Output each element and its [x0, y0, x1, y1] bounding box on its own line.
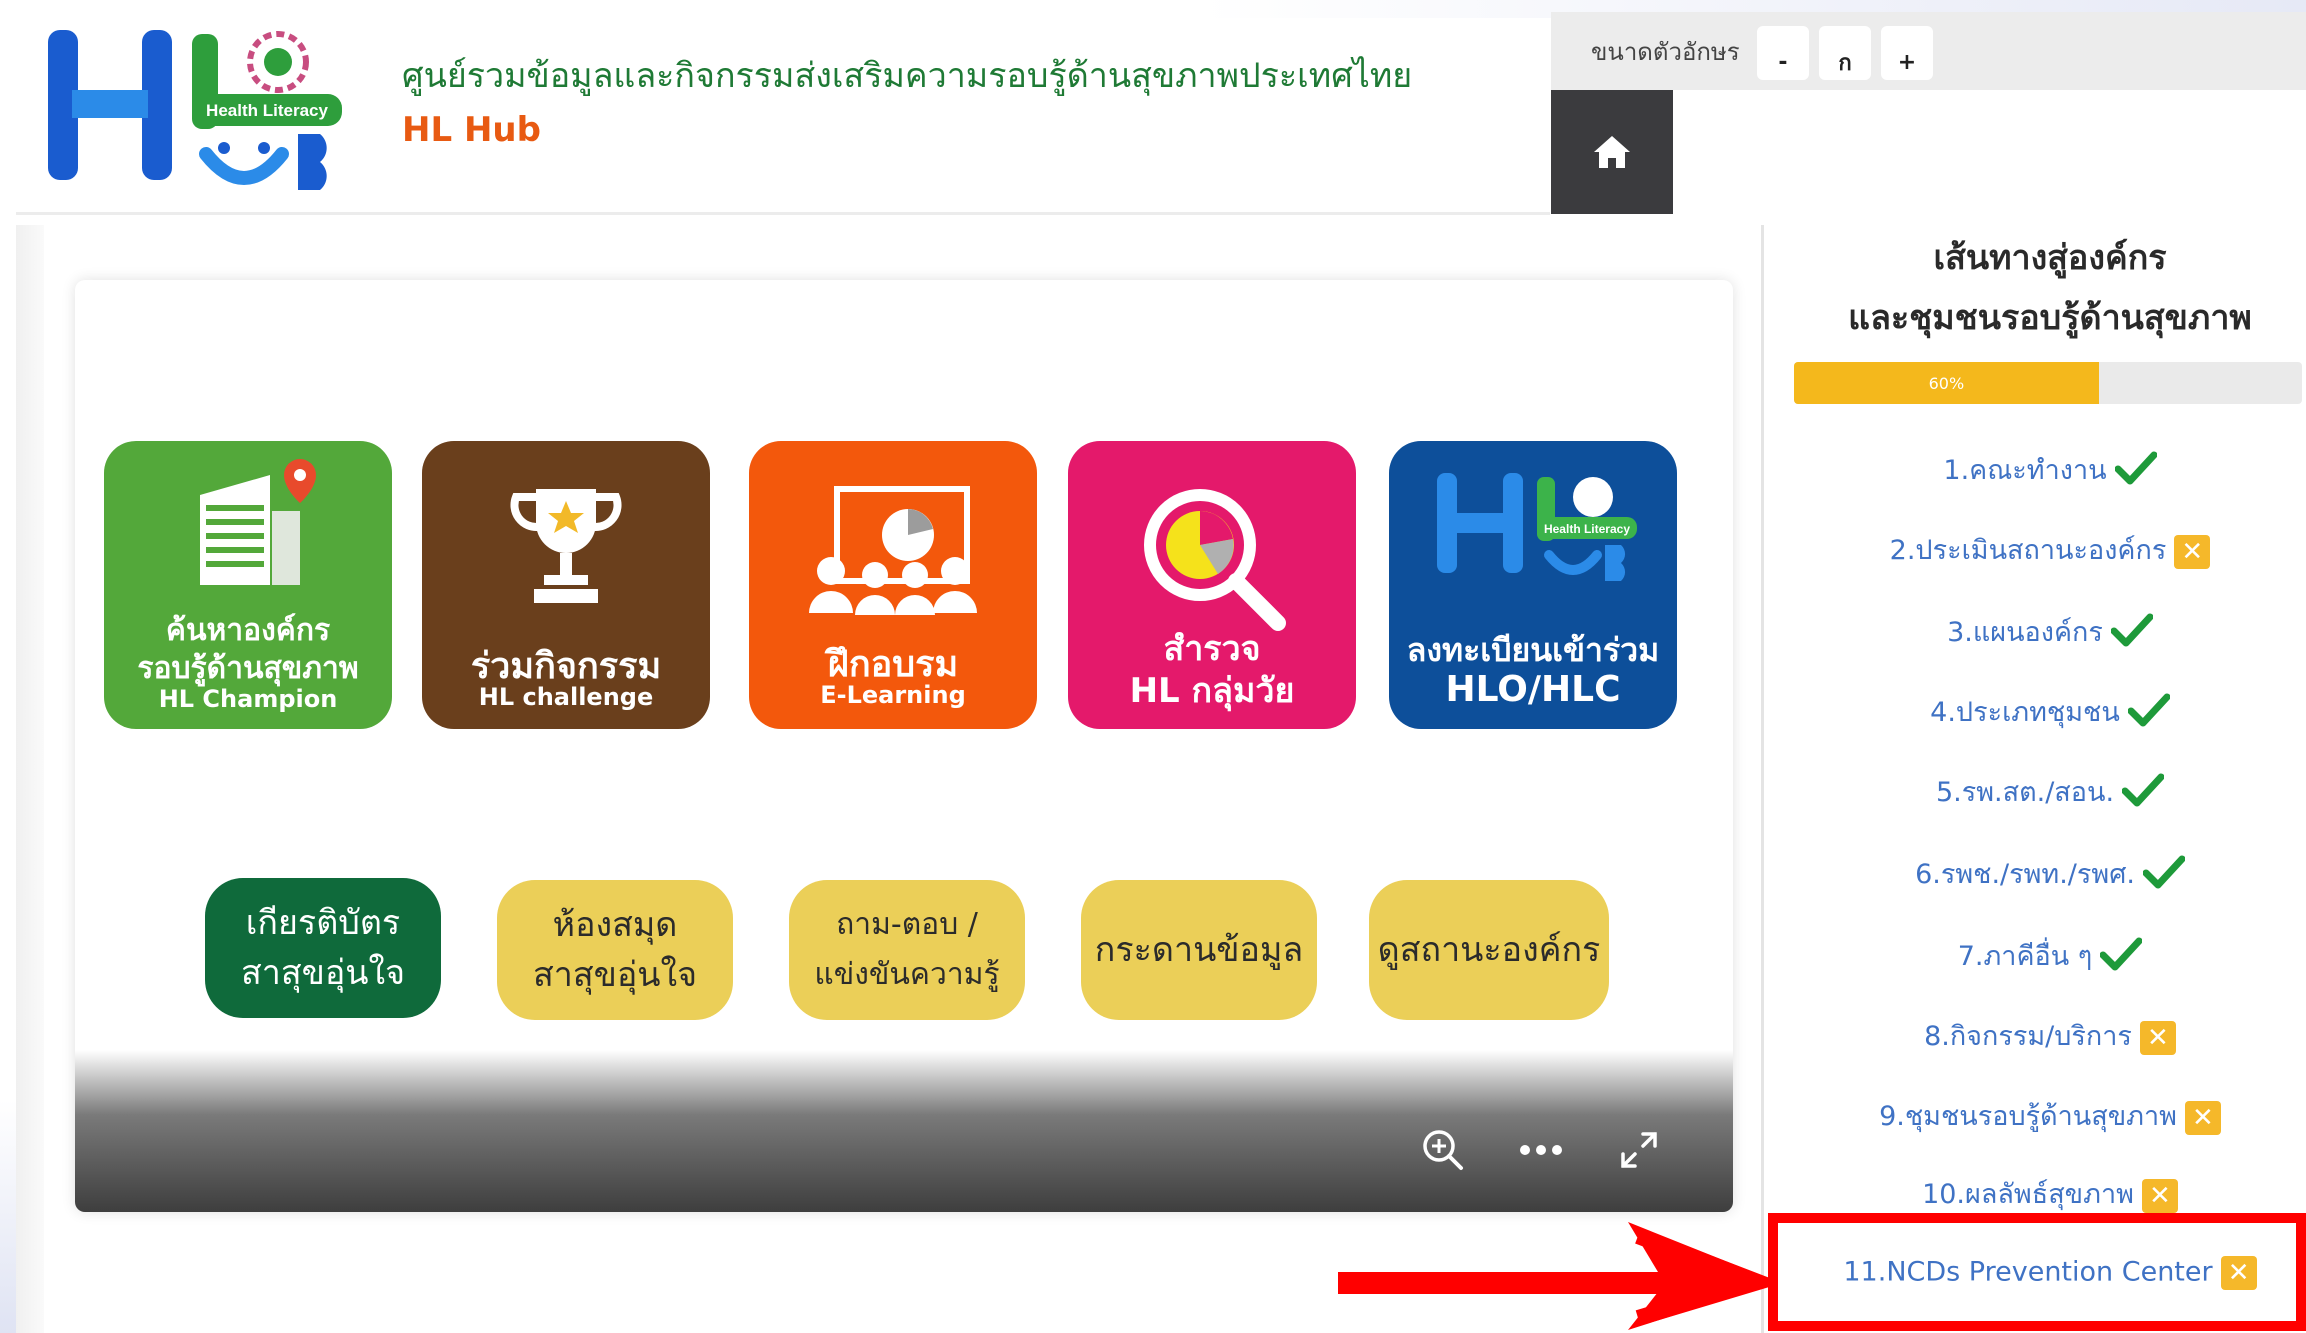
left-edge — [16, 225, 44, 1333]
pill-org-status[interactable]: ดูสถานะองค์กร — [1369, 880, 1609, 1020]
check-icon — [2099, 937, 2143, 978]
tile-line2: E-Learning — [820, 681, 966, 709]
hl-hub-logo[interactable]: Health Literacy — [42, 24, 362, 194]
check-icon — [2121, 773, 2165, 814]
step-label: 5.รพ.สต./สอน. — [1935, 777, 2115, 808]
font-decrease-button[interactable]: - — [1757, 26, 1809, 80]
step-label: 6.รพช./รพท./รพศ. — [1915, 859, 2135, 890]
search-chart-icon — [1144, 489, 1286, 631]
zoom-in-icon — [1423, 1130, 1463, 1170]
pill-line2: สาสุขอุ่นใจ — [532, 955, 698, 995]
step-label: 8.กิจกรรม/บริการ — [1924, 1021, 2132, 1052]
pill-line1: ถาม-ตอบ / — [836, 907, 978, 942]
site-header: Health Literacy ศูนย์รวมข้อมูลและกิจกรรม… — [16, 0, 1550, 215]
step-label: 1.คณะทำงาน — [1943, 455, 2107, 486]
trophy-icon — [510, 489, 622, 603]
progress-fill: 60% — [1794, 362, 2099, 404]
progress-bar: 60% — [1794, 362, 2302, 404]
more-button[interactable] — [1511, 1120, 1571, 1180]
pill-line1: ห้องสมุด — [552, 905, 678, 945]
step-5[interactable]: 5.รพ.สต./สอน. — [1780, 770, 2306, 814]
highlight-box — [1768, 1213, 2306, 1331]
font-size-bar: ขนาดตัวอักษร - ก + — [1551, 12, 2306, 90]
step-1[interactable]: 1.คณะทำงาน — [1780, 448, 2306, 492]
tile-line2: HLO/HLC — [1445, 669, 1621, 710]
font-size-label: ขนาดตัวอักษร — [1591, 38, 1740, 66]
pill-qa-quiz[interactable]: ถาม-ตอบ / แข่งขันความรู้ — [789, 880, 1025, 1020]
pending-x-icon: ✕ — [2139, 1020, 2176, 1055]
check-icon — [2110, 613, 2154, 654]
tile-line2: HL กลุ่มวัย — [1129, 671, 1295, 711]
tile-hl-challenge[interactable]: ร่วมกิจกรรม HL challenge — [422, 441, 710, 729]
tile-line2: HL challenge — [478, 683, 654, 711]
home-icon — [1594, 136, 1630, 168]
step-4[interactable]: 4.ประเภทชุมชน — [1780, 690, 2306, 734]
step-label: 2.ประเมินสถานะองค์กร — [1889, 535, 2167, 566]
step-label: 3.แผนองค์กร — [1947, 617, 2103, 648]
logo-text: Health Literacy — [206, 101, 328, 120]
site-subtitle: HL Hub — [402, 110, 541, 150]
pending-x-icon: ✕ — [2174, 534, 2211, 569]
fullscreen-button[interactable] — [1609, 1120, 1669, 1180]
fullscreen-icon — [1621, 1132, 1657, 1168]
hl-hub-logo-icon: Health Literacy — [1437, 473, 1637, 581]
pending-x-icon: ✕ — [2141, 1178, 2178, 1213]
pill-library[interactable]: ห้องสมุดสาสุขอุ่นใจ — [497, 880, 733, 1020]
font-normal-button[interactable]: ก — [1819, 26, 1871, 80]
pill-certificate[interactable]: เกียรติบัตรสาสุขอุ่นใจ — [205, 878, 441, 1018]
step-9[interactable]: 9.ชุมชนรอบรู้ด้านสุขภาพ ✕ — [1780, 1094, 2306, 1137]
step-10[interactable]: 10.ผลลัพธ์สุขภาพ ✕ — [1780, 1172, 2306, 1215]
sidebar-title: เส้นทางสู่องค์กร และชุมชนรอบรู้ด้านสุขภา… — [1780, 228, 2306, 348]
pill-line1: เกียรติบัตร — [245, 903, 401, 943]
step-label: 9.ชุมชนรอบรู้ด้านสุขภาพ — [1879, 1101, 2177, 1132]
step-8[interactable]: 8.กิจกรรม/บริการ ✕ — [1780, 1014, 2306, 1057]
pill-line2: แข่งขันความรู้ — [814, 957, 1000, 992]
logo-text: Health Literacy — [1544, 522, 1630, 536]
pill-line1: ดูสถานะองค์กร — [1377, 930, 1601, 970]
main-panel: ค้นหาองค์กร รอบรู้ด้านสุขภาพ HL Champion… — [75, 280, 1733, 1212]
step-label: 10.ผลลัพธ์สุขภาพ — [1922, 1179, 2134, 1210]
step-6[interactable]: 6.รพช./รพท./รพศ. — [1780, 852, 2306, 896]
pill-data-board[interactable]: กระดานข้อมูล — [1081, 880, 1317, 1020]
zoom-in-button[interactable] — [1413, 1120, 1473, 1180]
building-pin-icon — [200, 459, 316, 585]
pending-x-icon: ✕ — [2184, 1100, 2221, 1135]
check-icon — [2142, 855, 2186, 896]
tile-hlo-hlc-register[interactable]: Health Literacy ลงทะเบียนเข้าร่วม HLO/HL… — [1389, 441, 1677, 729]
home-button[interactable] — [1551, 90, 1673, 214]
check-icon — [2127, 693, 2171, 734]
sidebar-title-line1: เส้นทางสู่องค์กร — [1933, 238, 2167, 278]
step-label: 7.ภาคีอื่น ๆ — [1957, 941, 2093, 972]
tile-hl-champion[interactable]: ค้นหาองค์กร รอบรู้ด้านสุขภาพ HL Champion — [104, 441, 392, 729]
tile-line3: HL Champion — [158, 685, 338, 713]
more-icon — [1520, 1145, 1562, 1155]
step-label: 4.ประเภทชุมชน — [1930, 697, 2120, 728]
pill-line2: สาสุขอุ่นใจ — [240, 953, 406, 993]
pill-line1: กระดานข้อมูล — [1094, 930, 1304, 970]
sidebar-divider — [1761, 225, 1764, 1333]
sidebar-title-line2: และชุมชนรอบรู้ด้านสุขภาพ — [1848, 298, 2252, 338]
step-3[interactable]: 3.แผนองค์กร — [1780, 610, 2306, 654]
viewer-toolbar — [75, 1050, 1733, 1212]
site-title: ศูนย์รวมข้อมูลและกิจกรรมส่งเสริมความรอบร… — [402, 56, 1413, 96]
tile-hl-survey[interactable]: สำรวจ HL กลุ่มวัย — [1068, 441, 1356, 729]
red-arrow-annotation — [1338, 1222, 1778, 1330]
tile-e-learning[interactable]: ฝึกอบรม E-Learning — [749, 441, 1037, 729]
training-icon — [809, 486, 977, 615]
check-icon — [2114, 451, 2158, 492]
step-7[interactable]: 7.ภาคีอื่น ๆ — [1780, 934, 2306, 978]
step-2[interactable]: 2.ประเมินสถานะองค์กร ✕ — [1780, 528, 2306, 571]
font-increase-button[interactable]: + — [1881, 26, 1933, 80]
